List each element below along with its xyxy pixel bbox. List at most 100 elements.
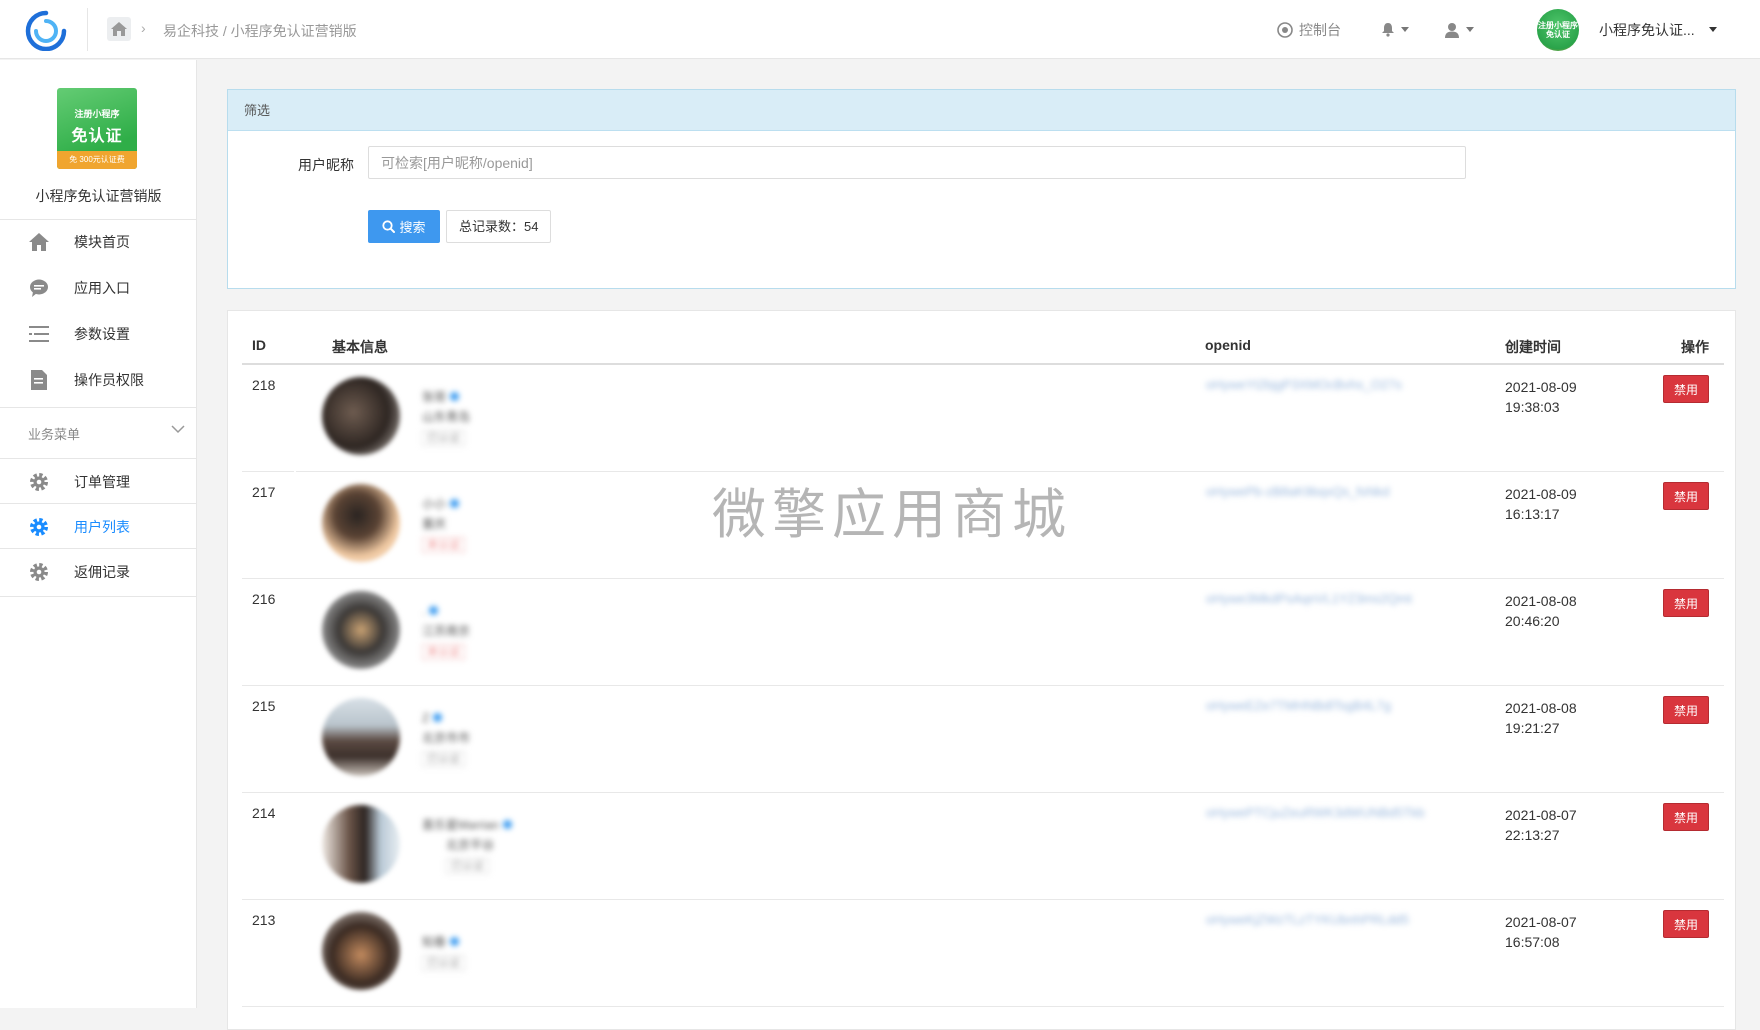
row-created-clock: 19:38:03 bbox=[1505, 399, 1560, 415]
breadcrumb-company[interactable]: 易企科技 bbox=[163, 23, 219, 39]
row-created-time: 2021-08-09 19:38:03 bbox=[1505, 377, 1577, 417]
row-id: 214 bbox=[252, 805, 276, 821]
avatar bbox=[322, 805, 400, 883]
row-created-clock: 20:46:20 bbox=[1505, 613, 1560, 629]
sidebar-divider bbox=[0, 548, 197, 549]
row-created-date: 2021-08-07 bbox=[1505, 807, 1577, 823]
user-menu-dropdown[interactable] bbox=[1444, 0, 1474, 59]
verified-icon bbox=[450, 937, 460, 946]
ban-button[interactable]: 禁用 bbox=[1663, 910, 1709, 938]
user-basic-info: Z 北京市市 已认证 bbox=[422, 708, 470, 768]
sidebar-item-label: 用户列表 bbox=[74, 519, 130, 535]
sidebar-item-app-entry[interactable]: 应用入口 bbox=[0, 266, 197, 310]
row-created-date: 2021-08-09 bbox=[1505, 486, 1577, 502]
breadcrumb-separator: / bbox=[222, 23, 227, 39]
gear-icon bbox=[28, 516, 50, 538]
app-logo-line1: 注册小程序 bbox=[74, 109, 120, 119]
verified-icon bbox=[450, 499, 460, 508]
chevron-down-icon bbox=[1401, 27, 1409, 32]
sidebar-item-module-home[interactable]: 模块首页 bbox=[0, 220, 197, 264]
account-dropdown[interactable]: 注册小程序免认证 小程序免认证... bbox=[1537, 0, 1717, 59]
row-created-time: 2021-08-09 16:13:17 bbox=[1505, 484, 1577, 524]
chat-icon bbox=[28, 277, 50, 299]
sidebar-item-user-list[interactable]: 用户列表 bbox=[0, 505, 197, 549]
table-row: 213 知春 已认证 oHyweKjZWzTLzTYKUbnhPRLdd5 20… bbox=[242, 900, 1724, 1007]
sidebar-divider bbox=[0, 458, 197, 459]
sidebar-divider bbox=[0, 596, 197, 597]
nickname-search-input[interactable] bbox=[368, 146, 1466, 179]
table-row: 215 Z 北京市市 已认证 oHyweEZe7TMHNBdlTsgB4L7g … bbox=[242, 686, 1724, 793]
row-created-date: 2021-08-08 bbox=[1505, 593, 1577, 609]
row-created-time: 2021-08-07 16:57:08 bbox=[1505, 912, 1577, 952]
ban-button[interactable]: 禁用 bbox=[1663, 589, 1709, 617]
sidebar-item-label: 订单管理 bbox=[74, 474, 130, 490]
ban-button[interactable]: 禁用 bbox=[1663, 375, 1709, 403]
user-region: 山东青岛 bbox=[422, 410, 471, 424]
sidebar-item-param-settings[interactable]: 参数设置 bbox=[0, 312, 197, 356]
sidebar-item-commission-records[interactable]: 返佣记录 bbox=[0, 550, 197, 594]
search-button-label: 搜索 bbox=[399, 220, 426, 235]
table-row: 218 张哥 山东青岛 已认证 oHyweYt2bjgP3XMOcBvhs_O2… bbox=[242, 365, 1724, 472]
total-records-badge: 总记录数：54 bbox=[446, 210, 552, 243]
avatar bbox=[322, 377, 400, 455]
nickname-label: 用户昵称 bbox=[298, 157, 354, 173]
gear-icon bbox=[28, 561, 50, 583]
user-nickname: Z bbox=[422, 711, 430, 725]
column-header-id: ID bbox=[252, 337, 266, 353]
top-bar: › 易企科技 / 小程序免认证营销版 控制台 注册小程序免认证 小程序免认证..… bbox=[0, 0, 1760, 59]
row-openid: oHywe3MkdPsAqnVL1YZ3ms2Qmt bbox=[1206, 591, 1412, 606]
brand-logo-icon[interactable] bbox=[24, 9, 68, 51]
breadcrumb-app[interactable]: 小程序免认证营销版 bbox=[231, 23, 357, 39]
row-created-date: 2021-08-07 bbox=[1505, 914, 1577, 930]
user-tag: 未认证 bbox=[422, 537, 465, 553]
home-icon bbox=[28, 231, 50, 253]
user-nickname: 喜乐星Marrian bbox=[422, 818, 499, 832]
watermark: 微擎应用商城 bbox=[712, 483, 1072, 546]
column-header-created-time: 创建时间 bbox=[1505, 339, 1561, 355]
user-table: ID 基本信息 openid 创建时间 操作 218 张哥 山东青岛 已认证 o… bbox=[227, 310, 1736, 1030]
header-divider bbox=[87, 8, 88, 51]
row-openid: oHywePTCjuZeuRWK3dWUNBd5Tkb bbox=[1206, 805, 1425, 820]
user-region: 北京平谷 bbox=[446, 838, 495, 852]
chevron-down-icon bbox=[1466, 27, 1474, 32]
row-created-clock: 16:57:08 bbox=[1505, 934, 1560, 950]
filter-panel: 筛选 用户昵称 搜索 总记录数：54 bbox=[227, 89, 1736, 289]
gear-icon bbox=[28, 471, 50, 493]
row-openid: oHyweKjZWzTLzTYKUbnhPRLdd5 bbox=[1206, 912, 1410, 927]
avatar bbox=[322, 698, 400, 776]
avatar bbox=[322, 912, 400, 990]
user-nickname: 知春 bbox=[422, 935, 447, 949]
sidebar: 注册小程序 免认证 免 300元认证费 小程序免认证营销版 模块首页 应用入口 … bbox=[0, 60, 197, 1008]
row-id: 216 bbox=[252, 591, 276, 607]
user-region: 重庆 bbox=[422, 517, 447, 531]
verified-icon bbox=[450, 392, 460, 401]
sidebar-item-order-management[interactable]: 订单管理 bbox=[0, 460, 197, 504]
notifications-dropdown[interactable] bbox=[1381, 0, 1409, 59]
console-link[interactable]: 控制台 bbox=[1277, 0, 1341, 59]
breadcrumb: 易企科技 / 小程序免认证营销版 bbox=[163, 21, 357, 41]
sidebar-item-operator-permissions[interactable]: 操作员权限 bbox=[0, 358, 197, 402]
user-basic-info: 喜乐星Marrian 北京平谷 已认证 bbox=[422, 815, 512, 875]
business-menu-label[interactable]: 业务菜单 bbox=[28, 424, 80, 443]
user-tag: 已认证 bbox=[446, 858, 489, 874]
ban-button[interactable]: 禁用 bbox=[1663, 803, 1709, 831]
verified-icon bbox=[429, 606, 439, 615]
user-region: 江苏南京 bbox=[422, 624, 471, 638]
chevron-down-icon[interactable] bbox=[171, 424, 185, 434]
sidebar-item-label: 返佣记录 bbox=[74, 564, 130, 580]
filter-title: 筛选 bbox=[228, 90, 1735, 131]
ban-button[interactable]: 禁用 bbox=[1663, 696, 1709, 724]
sidebar-item-label: 应用入口 bbox=[74, 280, 130, 296]
ban-button[interactable]: 禁用 bbox=[1663, 482, 1709, 510]
app-name: 小程序免认证营销版 bbox=[35, 188, 162, 204]
search-button[interactable]: 搜索 bbox=[368, 210, 440, 243]
row-created-time: 2021-08-07 22:13:27 bbox=[1505, 805, 1577, 845]
row-openid: oHyweYt2bjgP3XMOcBvhs_O27s bbox=[1206, 377, 1402, 392]
table-row: 214 喜乐星Marrian 北京平谷 已认证 oHywePTCjuZeuRWK… bbox=[242, 793, 1724, 900]
row-created-clock: 16:13:17 bbox=[1505, 506, 1560, 522]
home-button[interactable] bbox=[107, 17, 131, 41]
sidebar-divider bbox=[0, 407, 197, 408]
column-header-openid: openid bbox=[1205, 337, 1251, 353]
row-openid: oHywePb-zB8aK9bqxQs_fsNkd bbox=[1206, 484, 1390, 499]
breadcrumb-chevron-icon: › bbox=[141, 20, 146, 36]
